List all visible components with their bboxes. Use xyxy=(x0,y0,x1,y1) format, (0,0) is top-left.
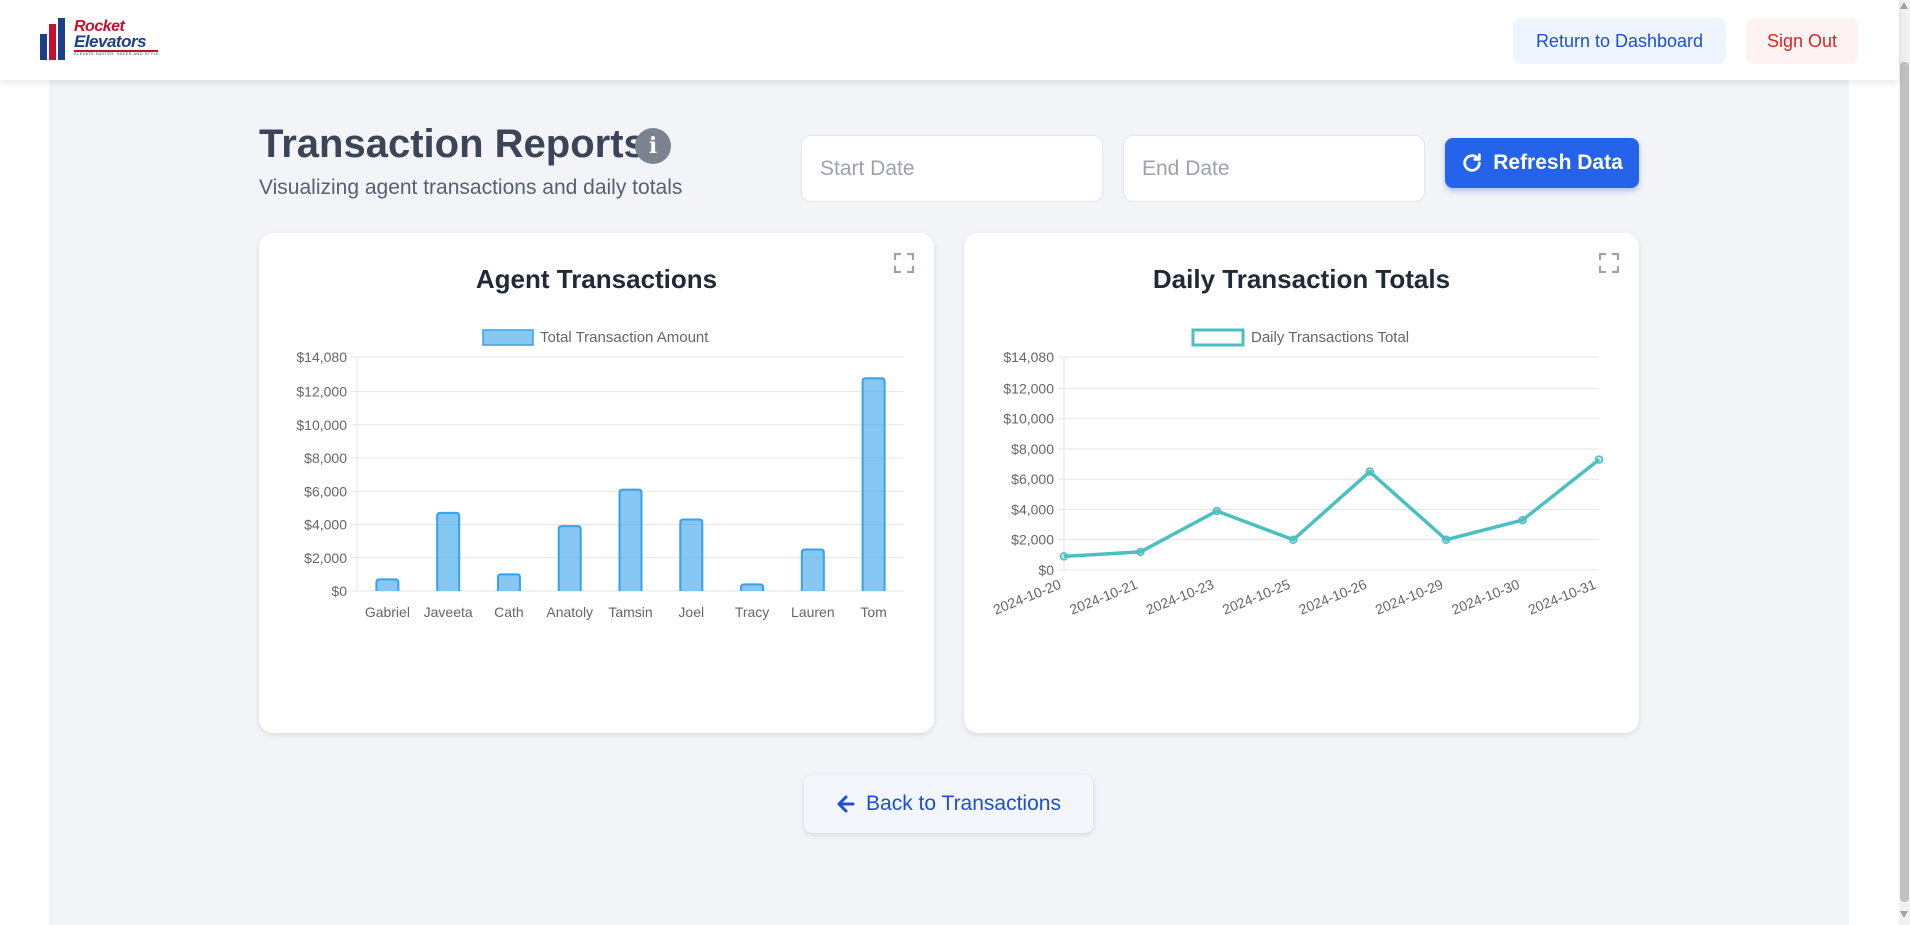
data-point xyxy=(1365,467,1374,476)
y-tick-label: $10,000 xyxy=(1003,411,1054,427)
y-tick-label: $4,000 xyxy=(1011,501,1054,517)
data-point xyxy=(1136,547,1145,557)
data-point xyxy=(1441,535,1451,544)
y-tick-label: $12,000 xyxy=(296,384,347,400)
back-to-transactions-label: Back to Transactions xyxy=(866,792,1061,815)
y-tick-label: $6,000 xyxy=(304,483,347,499)
x-tick-label: 2024-10-26 xyxy=(1296,576,1369,618)
legend-swatch xyxy=(1191,328,1245,347)
refresh-icon xyxy=(1463,153,1481,172)
y-tick-label: $14,080 xyxy=(296,349,347,365)
bar-anatoly xyxy=(557,525,582,591)
end-date-input[interactable] xyxy=(1123,135,1425,202)
legend-label: Total Transaction Amount xyxy=(540,329,709,346)
bar-joel xyxy=(679,518,704,591)
x-tick-label: 2024-10-29 xyxy=(1373,576,1446,618)
y-tick-label: $14,080 xyxy=(1003,349,1054,365)
data-point xyxy=(1594,455,1604,464)
y-tick-label: $2,000 xyxy=(1011,532,1054,548)
refresh-data-label: Refresh Data xyxy=(1493,151,1623,174)
x-tick-label: Cath xyxy=(494,604,524,620)
x-tick-label: Tracy xyxy=(735,604,769,620)
y-tick-label: $6,000 xyxy=(1011,471,1054,487)
scroll-up-arrow-icon[interactable] xyxy=(1900,2,1908,9)
data-point xyxy=(1212,506,1222,516)
x-tick-label: 2024-10-21 xyxy=(1067,576,1140,618)
x-tick-label: Anatoly xyxy=(546,604,593,620)
expand-icon[interactable] xyxy=(1599,253,1619,273)
logo-bar xyxy=(49,24,56,60)
x-tick-label: Javeeta xyxy=(424,604,473,620)
expand-icon[interactable] xyxy=(894,253,914,273)
page-title: Transaction Reports xyxy=(259,122,646,166)
x-tick-label: 2024-10-23 xyxy=(1144,576,1217,618)
line-chart-legend: Daily Transactions Total xyxy=(1191,328,1409,347)
x-tick-label: 2024-10-30 xyxy=(1449,576,1522,618)
agent-transactions-chart: Total Transaction Amount $14,080 $12,000 $1… xyxy=(296,329,904,620)
data-point xyxy=(1289,535,1298,544)
series-line-daily-total xyxy=(1063,458,1601,559)
legend-swatch xyxy=(482,329,534,346)
bar-cath xyxy=(496,573,521,591)
data-point xyxy=(1059,552,1069,561)
logo-text-elevators: Elevators xyxy=(74,32,147,51)
scrollbar-thumb[interactable] xyxy=(1900,62,1909,902)
y-tick-label: $8,000 xyxy=(1011,441,1054,457)
sign-out-button[interactable]: Sign Out xyxy=(1746,18,1858,64)
bar-javeeta xyxy=(436,511,461,591)
x-tick-label: Gabriel xyxy=(365,604,410,620)
refresh-data-button[interactable]: Refresh Data xyxy=(1445,138,1639,188)
daily-totals-title: Daily Transaction Totals xyxy=(1152,264,1451,294)
info-circle-icon[interactable]: i xyxy=(635,128,671,164)
bar-chart-legend: Total Transaction Amount xyxy=(482,329,709,346)
y-tick-label: $0 xyxy=(1038,562,1054,578)
legend-label: Daily Transactions Total xyxy=(1251,329,1409,346)
y-tick-label: $10,000 xyxy=(296,417,347,433)
x-tick-label: Lauren xyxy=(791,604,835,620)
return-to-dashboard-button[interactable]: Return to Dashboard xyxy=(1513,18,1726,64)
bar-gabriel xyxy=(375,578,400,591)
y-tick-label: $2,000 xyxy=(304,550,347,566)
x-tick-label: Tamsin xyxy=(608,604,652,620)
y-tick-label: $8,000 xyxy=(304,450,347,466)
y-tick-label: $12,000 xyxy=(1003,380,1054,396)
back-to-transactions-button[interactable]: Back to Transactions xyxy=(804,775,1093,833)
data-point xyxy=(1518,515,1527,525)
x-tick-label: Joel xyxy=(678,604,704,620)
page-subtitle: Visualizing agent transactions and daily… xyxy=(259,176,683,199)
logo-bar xyxy=(58,18,65,60)
page-scrollbar[interactable] xyxy=(1899,0,1910,925)
x-tick-label: 2024-10-25 xyxy=(1220,576,1293,618)
x-tick-label: 2024-10-20 xyxy=(991,576,1064,618)
arrow-left-icon xyxy=(837,795,855,813)
y-tick-label: $4,000 xyxy=(304,517,347,533)
logo-tagline: ELEVATE FASTER, SAFER AND STYLE xyxy=(74,51,160,56)
daily-transaction-totals-card: Daily Transactions Total $14,080 $12,000 $1… xyxy=(964,233,1639,733)
agent-transactions-title: Agent Transactions xyxy=(475,264,718,294)
bar-tracy xyxy=(740,583,765,591)
daily-transaction-totals-chart: Daily Transactions Total $14,080 $12,000 $1… xyxy=(991,328,1604,618)
x-tick-label: 2024-10-31 xyxy=(1526,576,1599,618)
agent-transactions-card: Total Transaction Amount $14,080 $12,000 $1… xyxy=(259,233,934,733)
x-tick-label: Tom xyxy=(860,604,886,620)
bar-tamsin xyxy=(618,488,643,591)
bar-lauren xyxy=(800,548,825,591)
y-tick-label: $0 xyxy=(331,583,347,599)
logo-bar xyxy=(40,34,47,60)
start-date-input[interactable] xyxy=(801,135,1103,202)
rocket-elevators-logo[interactable]: Rocket Elevators ELEVATE FASTER, SAFER A… xyxy=(38,18,160,60)
scroll-down-arrow-icon[interactable] xyxy=(1900,911,1908,918)
bar-tom xyxy=(861,377,886,591)
top-navbar: Rocket Elevators ELEVATE FASTER, SAFER A… xyxy=(0,0,1899,80)
